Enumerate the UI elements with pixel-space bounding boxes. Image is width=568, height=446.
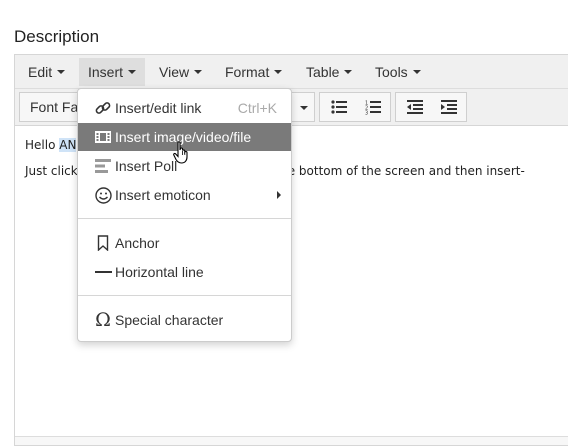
bullet-list-button[interactable]: [322, 93, 356, 121]
shortcut-label: Ctrl+K: [237, 100, 277, 116]
outdent-button[interactable]: [398, 93, 432, 121]
menu-separator: [78, 295, 291, 296]
menu-item-label: Anchor: [115, 235, 160, 251]
menu-view-label: View: [159, 64, 190, 80]
menu-format-label: Format: [225, 64, 270, 80]
numbered-list-button[interactable]: 1 2 3: [356, 93, 390, 121]
menu-table[interactable]: Table: [297, 58, 361, 86]
menu-tools[interactable]: Tools: [366, 58, 430, 86]
menu-view[interactable]: View: [150, 58, 211, 86]
field-label: Description: [14, 27, 100, 46]
indent-icon: [441, 100, 457, 114]
film-icon: [93, 127, 113, 147]
caret-down-icon: [300, 106, 308, 110]
menu-item-horizontal-line[interactable]: Horizontal line: [78, 258, 291, 286]
menu-item-label: Horizontal line: [115, 264, 204, 280]
caret-down-icon: [344, 70, 353, 75]
insert-dropdown-menu: Insert/edit link Ctrl+K Insert image/vid…: [77, 88, 292, 342]
menu-item-label: Special character: [115, 312, 224, 328]
svg-text:3: 3: [365, 110, 368, 115]
hand-pointer-cursor-icon: [173, 141, 188, 164]
menubar: Edit Insert View Format Table Tools: [15, 55, 568, 89]
menu-item-anchor[interactable]: Anchor: [78, 229, 291, 257]
menu-item-insert-link[interactable]: Insert/edit link Ctrl+K: [78, 94, 291, 122]
font-family-label: Font Fa: [30, 99, 79, 115]
menu-item-insert-emoticon[interactable]: Insert emoticon: [78, 181, 291, 209]
menu-edit-label: Edit: [28, 64, 53, 80]
indent-button[interactable]: [432, 93, 466, 121]
content-text: Just click: [25, 164, 78, 178]
smiley-icon: [93, 185, 113, 205]
horizontal-line-icon: [93, 262, 113, 282]
caret-down-icon: [412, 70, 421, 75]
content-text: Hello: [25, 138, 60, 152]
menu-item-label: Insert emoticon: [115, 187, 211, 203]
menu-item-label: Insert/edit link: [115, 100, 202, 116]
caret-down-icon: [274, 70, 283, 75]
menu-table-label: Table: [306, 64, 340, 80]
omega-icon: Ω: [95, 309, 111, 331]
menu-tools-label: Tools: [375, 64, 408, 80]
menu-insert-label: Insert: [88, 64, 124, 80]
bookmark-icon: [93, 233, 113, 253]
menu-insert[interactable]: Insert: [79, 58, 146, 86]
numbered-list-icon: 1 2 3: [365, 100, 381, 115]
link-icon: [93, 98, 113, 118]
menu-item-special-character[interactable]: Ω Special character: [78, 306, 291, 334]
status-bar: [15, 436, 568, 445]
submenu-arrow-icon: [277, 191, 281, 199]
content-text: e bottom of the screen and then insert-: [287, 164, 525, 178]
menu-item-label: Insert Poll: [115, 158, 178, 174]
outdent-icon: [407, 100, 423, 114]
caret-down-icon: [194, 70, 203, 75]
caret-down-icon: [128, 70, 137, 75]
menu-edit[interactable]: Edit: [19, 58, 74, 86]
menu-separator: [78, 218, 291, 219]
menu-format[interactable]: Format: [216, 58, 291, 86]
list-group: 1 2 3: [319, 92, 391, 122]
indent-group: [395, 92, 467, 122]
bullet-list-icon: [331, 100, 347, 114]
highlighted-text: AN: [59, 138, 77, 152]
poll-icon: [93, 156, 113, 176]
caret-down-icon: [57, 70, 66, 75]
